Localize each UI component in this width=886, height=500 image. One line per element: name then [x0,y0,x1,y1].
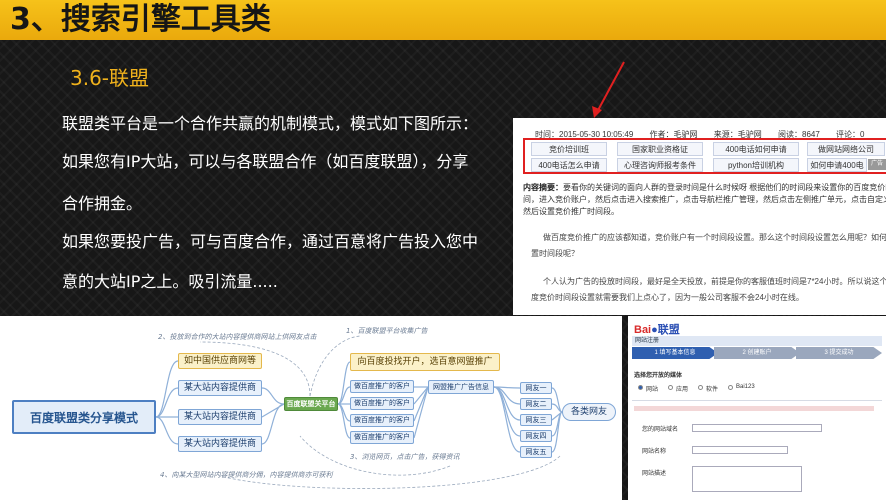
slide-subtitle: 3.6-联盟 [70,66,150,90]
radio-bai123[interactable] [728,385,733,390]
media-option: 应用 [676,387,689,393]
summary-line-2: 间，进入竞价账户，然后点击进入搜索推广，点击导航栏推广管理，然后点击左侧推广单元… [523,195,886,204]
body-line-5: 意的大站IP之上。吸引流量..... [62,272,278,291]
summary-line-3: 然后设置竞价推广时间段。 [523,207,619,216]
mindmap-screenshot: 百度联盟类分享模式 如中国供应商网等 某大站内容提供商 某大站内容提供商 某大站… [0,316,622,500]
mindmap-user: 网友二 [520,398,552,410]
keyword-ad[interactable]: 竞价培训班 [531,142,607,156]
mindmap-note: 3、浏览网页，点击广告，获得资讯 [350,453,460,461]
divider [632,400,882,401]
mindmap-note: 4、向某大型网站内容提供商分佣，内容提供商亦可获利 [160,471,333,479]
notice-bar [634,406,874,411]
mindmap-client: 做百度推广的客户 [350,397,414,410]
mindmap-note: 1、百度联盟平台收集广告 [346,327,428,335]
radio-app[interactable] [668,385,673,390]
mindmap-node: 如中国供应商网等 [178,353,262,369]
step-1: 1 填写基本信息 [632,347,718,359]
body-line-3: 合作拥金。 [62,194,143,213]
body-line-4: 如果您要投广告，可与百度合作，通过百意将广告投入您中 [62,232,479,251]
media-label: 选择您开放的媒体 [634,373,683,379]
body-line-1: 联盟类平台是一个合作共赢的机制模式，模式如下图所示： [62,114,479,133]
keyword-ad[interactable]: 400电话如何申请 [713,142,799,156]
article-paragraph: 置时间段呢？ [531,249,579,258]
keyword-ad[interactable]: 心理咨询师报考条件 [617,158,703,172]
summary-text: 要看你的关键词的面向人群的登录时间是什么时候呀 根据他们的时间段来设置你的百度竞… [563,183,886,192]
article-screenshot: 时间：2015-05-30 10:05:49 作者：毛驴网 来源：毛驴网 阅读：… [513,118,886,315]
keyword-ad[interactable]: 国家职业资格证 [617,142,703,156]
mindmap-user: 网友一 [520,382,552,394]
keyword-ad-box: 竞价培训班 国家职业资格证 400电话如何申请 做网站网络公司 400电话怎么申… [523,138,886,174]
keyword-ad[interactable]: python培训机构 [713,158,799,172]
radio-software[interactable] [698,385,703,390]
baidu-logo-text: Bai [634,324,652,336]
mindmap-node: 向百度投找开户，选百意网盟推广 [350,353,500,371]
ad-badge: 广告 [868,159,886,170]
keyword-ad[interactable]: 400电话怎么申请 [531,158,607,172]
mindmap-user: 网友五 [520,446,552,458]
mindmap-center: 百度联盟关平台 [284,397,338,411]
mindmap-client: 做百度推广的客户 [350,380,414,393]
slide-title: 3、搜索引擎工具类 [10,2,271,37]
mindmap-root: 百度联盟类分享模式 [12,400,156,434]
media-option: 软件 [706,387,719,393]
site-description-input[interactable] [692,466,802,492]
union-text: 联盟 [657,324,680,336]
mindmap-user: 网友三 [520,414,552,426]
paw-icon: ● [651,324,658,336]
title-bar: 3、搜索引擎工具类 [0,0,886,40]
radio-website[interactable] [638,385,643,390]
site-name-input[interactable] [692,446,788,454]
article-paragraph: 做百度竞价推广的应该都知道，竞价账户有一个时间段设置。那么这个时间段设置怎么用呢… [543,233,886,242]
body-line-2: 如果您有IP大站，可以与各联盟合作（如百度联盟），分享 [62,152,469,171]
keyword-ad[interactable]: 如何申请400电 [807,158,867,172]
registration-steps: 1 填写基本信息 2 创建账户 3 提交成功 [632,347,882,359]
article-paragraph: 个人认为广告的投放时间段，最好是全天投放，前提是你的客服值班时间是7*24小时。… [543,277,886,286]
media-option: Bai123 [736,384,755,390]
mindmap-all-users: 各类网友 [562,403,616,421]
mindmap-node: 某大站内容提供商 [178,380,262,396]
baidu-union-screenshot: Bai●联盟 网站注册 1 填写基本信息 2 创建账户 3 提交成功 选择您开放… [628,316,886,500]
mindmap-client: 做百度推广的客户 [350,431,414,444]
red-arrow-icon [592,61,625,118]
mindmap-client: 做百度推广的客户 [350,414,414,427]
step-2: 2 创建账户 [714,347,800,359]
mindmap-node: 某大站内容提供商 [178,409,262,425]
summary-label: 内容摘要： [523,183,563,192]
mindmap-ad-info: 网盟推广广告信息 [428,380,494,394]
mindmap-node: 某大站内容提供商 [178,436,262,452]
field-label: 网站名称 [642,449,667,455]
mindmap-note: 2、投放到合作的大站内容提供商网站上供网友点击 [158,333,317,341]
registration-header: 网站注册 [632,336,882,346]
keyword-ad[interactable]: 做网站网络公司 [807,142,885,156]
baidu-union-logo: Bai●联盟 [634,321,680,337]
step-3: 3 提交成功 [796,347,882,359]
article-paragraph: 度竞价时间段设置就需要我们上点心了，因为一般公司客服不会24小时在线。 [531,293,804,302]
domain-input[interactable] [692,424,822,432]
media-option: 网站 [646,387,659,393]
field-label: 网站描述 [642,471,667,477]
mindmap-user: 网友四 [520,430,552,442]
summary-line-1: 内容摘要：要看你的关键词的面向人群的登录时间是什么时候呀 根据他们的时间段来设置… [523,182,886,194]
field-label: 您的网站域名 [642,427,679,433]
